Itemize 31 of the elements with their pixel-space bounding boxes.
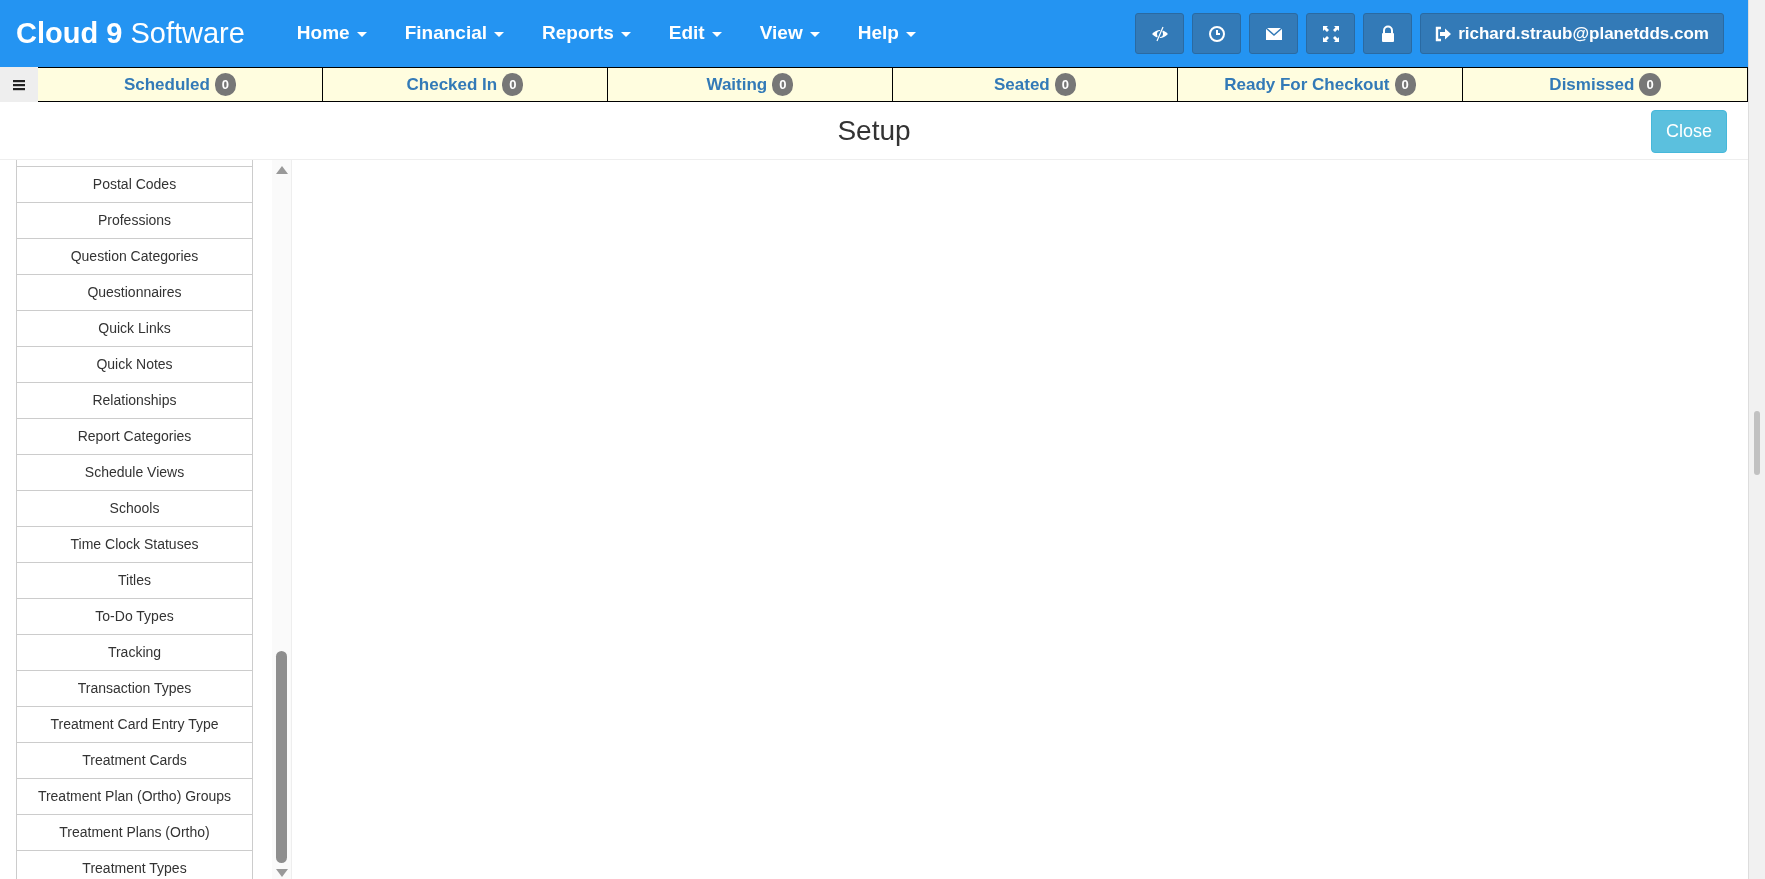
count-badge: 0	[502, 72, 524, 97]
user-logout-button[interactable]: richard.straub@planetdds.com	[1420, 13, 1724, 54]
scroll-down-icon[interactable]	[275, 869, 288, 877]
status-tab[interactable]: Dismissed 0	[1463, 67, 1748, 102]
menu-icon[interactable]	[0, 67, 38, 102]
count-badge: 0	[772, 72, 794, 97]
scrollbar-thumb[interactable]	[276, 651, 287, 863]
status-tab[interactable]: Checked In 0	[323, 67, 608, 102]
count-badge: 0	[1639, 72, 1661, 97]
status-tab[interactable]: Seated 0	[893, 67, 1178, 102]
eye-slash-button[interactable]	[1135, 13, 1185, 54]
page-scrollbar[interactable]	[1748, 0, 1765, 879]
setup-list-item[interactable]: Treatment Types	[17, 850, 252, 879]
expand-button[interactable]	[1306, 13, 1356, 54]
status-tab[interactable]: Ready For Checkout 0	[1178, 67, 1463, 102]
clock-icon	[1207, 24, 1226, 43]
scroll-up-icon[interactable]	[275, 166, 288, 174]
eye-slash-icon	[1150, 24, 1169, 43]
status-tab[interactable]: Scheduled 0	[38, 67, 323, 102]
clock-button[interactable]	[1192, 13, 1242, 54]
lock-button[interactable]	[1363, 13, 1413, 54]
envelope-button[interactable]	[1249, 13, 1299, 54]
page-scrollbar-thumb[interactable]	[1754, 411, 1760, 475]
sign-out-icon	[1435, 25, 1453, 42]
status-tab[interactable]: Waiting 0	[608, 67, 893, 102]
expand-icon	[1321, 24, 1340, 43]
count-badge: 0	[214, 72, 237, 97]
count-badge: 0	[1394, 72, 1416, 97]
list-scrollbar[interactable]	[272, 160, 292, 879]
page-title: Setup	[837, 113, 911, 148]
count-badge: 0	[1054, 72, 1076, 97]
